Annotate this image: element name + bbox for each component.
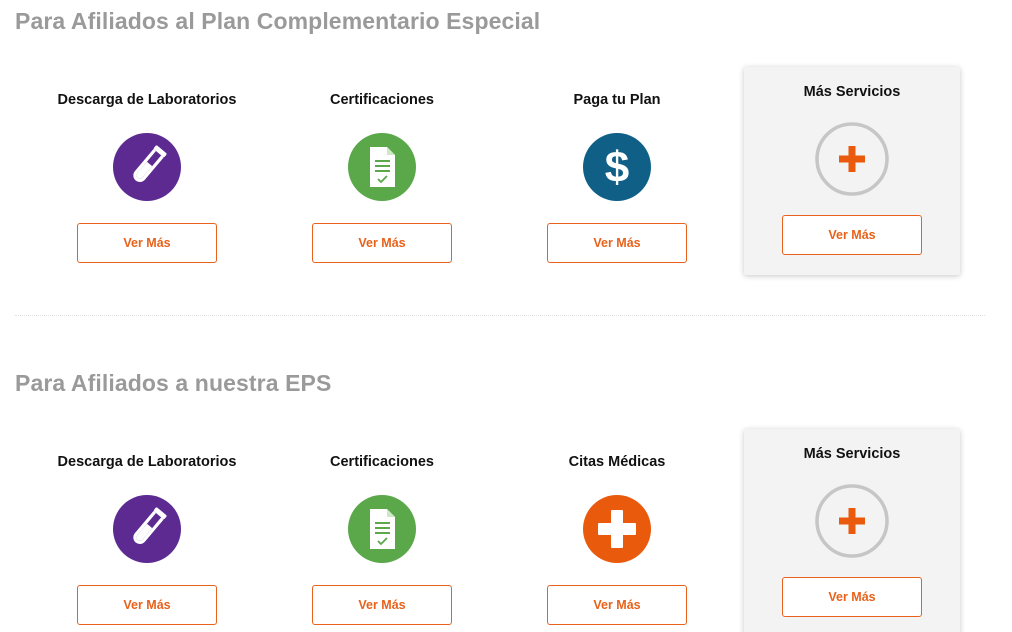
page: Para Afiliados al Plan Complementario Es…	[0, 0, 1012, 632]
section-title-plan-complementario: Para Afiliados al Plan Complementario Es…	[15, 8, 541, 34]
card-citas-medicas: Citas Médicas Ver Más	[509, 437, 725, 632]
section-divider	[15, 315, 985, 316]
ver-mas-button[interactable]: Ver Más	[77, 223, 217, 263]
section-title-eps: Para Afiliados a nuestra EPS	[15, 370, 332, 396]
card-title: Más Servicios	[803, 446, 901, 462]
card-title: Más Servicios	[803, 84, 901, 100]
ver-mas-button[interactable]: Ver Más	[782, 577, 922, 617]
card-mas-servicios: Más Servicios Ver Más	[744, 429, 960, 632]
ver-mas-button[interactable]: Ver Más	[782, 215, 922, 255]
ver-mas-button[interactable]: Ver Más	[312, 223, 452, 263]
ver-mas-button[interactable]: Ver Más	[312, 585, 452, 625]
plus-icon	[815, 122, 889, 196]
ver-mas-button[interactable]: Ver Más	[547, 585, 687, 625]
test-tube-icon	[113, 133, 181, 201]
card-title: Descarga de Laboratorios	[57, 454, 237, 470]
card-title: Paga tu Plan	[573, 92, 661, 108]
card-title: Descarga de Laboratorios	[57, 92, 237, 108]
test-tube-icon	[113, 495, 181, 563]
medical-cross-icon	[583, 495, 651, 563]
card-title: Certificaciones	[330, 454, 434, 470]
card-paga-tu-plan: Paga tu Plan $ Ver Más	[509, 75, 725, 283]
plus-icon	[815, 484, 889, 558]
svg-text:$: $	[605, 143, 629, 192]
card-descarga-laboratorios: Descarga de Laboratorios Ver Más	[39, 75, 255, 283]
card-title: Citas Médicas	[568, 454, 666, 470]
card-title: Certificaciones	[330, 92, 434, 108]
document-check-icon	[348, 133, 416, 201]
card-descarga-laboratorios: Descarga de Laboratorios Ver Más	[39, 437, 255, 632]
ver-mas-button[interactable]: Ver Más	[77, 585, 217, 625]
ver-mas-button[interactable]: Ver Más	[547, 223, 687, 263]
dollar-icon: $	[583, 133, 651, 201]
document-check-icon	[348, 495, 416, 563]
card-mas-servicios: Más Servicios Ver Más	[744, 67, 960, 275]
card-certificaciones: Certificaciones Ver Más	[274, 75, 490, 283]
card-certificaciones: Certificaciones Ver Más	[274, 437, 490, 632]
